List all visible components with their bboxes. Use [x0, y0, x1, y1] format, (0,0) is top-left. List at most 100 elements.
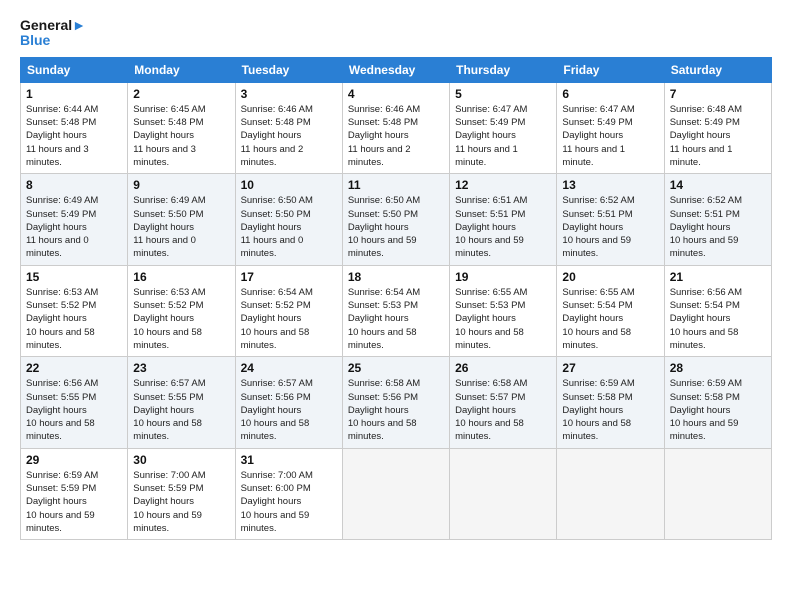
- day-info: Sunrise: 6:59 AMSunset: 5:58 PMDaylight …: [670, 377, 766, 443]
- col-sunday: Sunday: [21, 57, 128, 82]
- day-number: 9: [133, 178, 229, 192]
- calendar-day-cell: 9 Sunrise: 6:49 AMSunset: 5:50 PMDayligh…: [128, 174, 235, 265]
- day-number: 4: [348, 87, 444, 101]
- day-number: 26: [455, 361, 551, 375]
- day-number: 31: [241, 453, 337, 467]
- calendar-day-cell: 27 Sunrise: 6:59 AMSunset: 5:58 PMDaylig…: [557, 357, 664, 448]
- day-number: 3: [241, 87, 337, 101]
- calendar-table: Sunday Monday Tuesday Wednesday Thursday…: [20, 57, 772, 540]
- day-number: 29: [26, 453, 122, 467]
- day-number: 24: [241, 361, 337, 375]
- day-number: 2: [133, 87, 229, 101]
- calendar-day-cell: 5 Sunrise: 6:47 AMSunset: 5:49 PMDayligh…: [450, 82, 557, 173]
- calendar-day-cell: 7 Sunrise: 6:48 AMSunset: 5:49 PMDayligh…: [664, 82, 771, 173]
- day-info: Sunrise: 6:49 AMSunset: 5:49 PMDaylight …: [26, 194, 122, 260]
- day-info: Sunrise: 6:56 AMSunset: 5:54 PMDaylight …: [670, 286, 766, 352]
- day-number: 13: [562, 178, 658, 192]
- day-info: Sunrise: 6:53 AMSunset: 5:52 PMDaylight …: [26, 286, 122, 352]
- calendar-day-cell: 1 Sunrise: 6:44 AMSunset: 5:48 PMDayligh…: [21, 82, 128, 173]
- day-info: Sunrise: 6:58 AMSunset: 5:57 PMDaylight …: [455, 377, 551, 443]
- calendar-day-cell: 25 Sunrise: 6:58 AMSunset: 5:56 PMDaylig…: [342, 357, 449, 448]
- col-wednesday: Wednesday: [342, 57, 449, 82]
- page: General► Blue Sunday Monday Tuesday Wedn…: [0, 0, 792, 612]
- day-number: 27: [562, 361, 658, 375]
- calendar-day-cell: 13 Sunrise: 6:52 AMSunset: 5:51 PMDaylig…: [557, 174, 664, 265]
- day-info: Sunrise: 6:58 AMSunset: 5:56 PMDaylight …: [348, 377, 444, 443]
- day-number: 12: [455, 178, 551, 192]
- day-info: Sunrise: 6:52 AMSunset: 5:51 PMDaylight …: [670, 194, 766, 260]
- day-info: Sunrise: 6:53 AMSunset: 5:52 PMDaylight …: [133, 286, 229, 352]
- col-friday: Friday: [557, 57, 664, 82]
- calendar-day-cell: 31 Sunrise: 7:00 AMSunset: 6:00 PMDaylig…: [235, 448, 342, 539]
- day-number: 16: [133, 270, 229, 284]
- calendar-day-cell: 4 Sunrise: 6:46 AMSunset: 5:48 PMDayligh…: [342, 82, 449, 173]
- day-info: Sunrise: 6:47 AMSunset: 5:49 PMDaylight …: [562, 103, 658, 169]
- day-number: 10: [241, 178, 337, 192]
- calendar-day-cell: 23 Sunrise: 6:57 AMSunset: 5:55 PMDaylig…: [128, 357, 235, 448]
- day-info: Sunrise: 6:49 AMSunset: 5:50 PMDaylight …: [133, 194, 229, 260]
- calendar-day-cell: 17 Sunrise: 6:54 AMSunset: 5:52 PMDaylig…: [235, 265, 342, 356]
- day-info: Sunrise: 6:50 AMSunset: 5:50 PMDaylight …: [348, 194, 444, 260]
- calendar-day-cell: 11 Sunrise: 6:50 AMSunset: 5:50 PMDaylig…: [342, 174, 449, 265]
- day-number: 8: [26, 178, 122, 192]
- day-info: Sunrise: 6:44 AMSunset: 5:48 PMDaylight …: [26, 103, 122, 169]
- calendar-day-cell: 3 Sunrise: 6:46 AMSunset: 5:48 PMDayligh…: [235, 82, 342, 173]
- day-number: 14: [670, 178, 766, 192]
- day-number: 20: [562, 270, 658, 284]
- day-number: 28: [670, 361, 766, 375]
- day-number: 17: [241, 270, 337, 284]
- col-saturday: Saturday: [664, 57, 771, 82]
- logo: General► Blue: [20, 18, 86, 49]
- calendar-week-row: 1 Sunrise: 6:44 AMSunset: 5:48 PMDayligh…: [21, 82, 772, 173]
- day-info: Sunrise: 6:57 AMSunset: 5:55 PMDaylight …: [133, 377, 229, 443]
- day-number: 30: [133, 453, 229, 467]
- calendar-day-cell: 30 Sunrise: 7:00 AMSunset: 5:59 PMDaylig…: [128, 448, 235, 539]
- calendar-day-cell: 20 Sunrise: 6:55 AMSunset: 5:54 PMDaylig…: [557, 265, 664, 356]
- day-info: Sunrise: 6:46 AMSunset: 5:48 PMDaylight …: [241, 103, 337, 169]
- calendar-day-cell: 21 Sunrise: 6:56 AMSunset: 5:54 PMDaylig…: [664, 265, 771, 356]
- calendar-day-cell: [450, 448, 557, 539]
- day-info: Sunrise: 6:54 AMSunset: 5:53 PMDaylight …: [348, 286, 444, 352]
- calendar-day-cell: 16 Sunrise: 6:53 AMSunset: 5:52 PMDaylig…: [128, 265, 235, 356]
- day-info: Sunrise: 6:45 AMSunset: 5:48 PMDaylight …: [133, 103, 229, 169]
- calendar-day-cell: 12 Sunrise: 6:51 AMSunset: 5:51 PMDaylig…: [450, 174, 557, 265]
- calendar-day-cell: 8 Sunrise: 6:49 AMSunset: 5:49 PMDayligh…: [21, 174, 128, 265]
- calendar-day-cell: 15 Sunrise: 6:53 AMSunset: 5:52 PMDaylig…: [21, 265, 128, 356]
- calendar-week-row: 8 Sunrise: 6:49 AMSunset: 5:49 PMDayligh…: [21, 174, 772, 265]
- day-info: Sunrise: 6:48 AMSunset: 5:49 PMDaylight …: [670, 103, 766, 169]
- day-number: 15: [26, 270, 122, 284]
- day-info: Sunrise: 7:00 AMSunset: 5:59 PMDaylight …: [133, 469, 229, 535]
- day-info: Sunrise: 6:56 AMSunset: 5:55 PMDaylight …: [26, 377, 122, 443]
- day-info: Sunrise: 6:59 AMSunset: 5:59 PMDaylight …: [26, 469, 122, 535]
- calendar-day-cell: 26 Sunrise: 6:58 AMSunset: 5:57 PMDaylig…: [450, 357, 557, 448]
- day-number: 23: [133, 361, 229, 375]
- calendar-day-cell: 28 Sunrise: 6:59 AMSunset: 5:58 PMDaylig…: [664, 357, 771, 448]
- day-info: Sunrise: 6:52 AMSunset: 5:51 PMDaylight …: [562, 194, 658, 260]
- calendar-day-cell: 29 Sunrise: 6:59 AMSunset: 5:59 PMDaylig…: [21, 448, 128, 539]
- day-info: Sunrise: 6:57 AMSunset: 5:56 PMDaylight …: [241, 377, 337, 443]
- day-number: 19: [455, 270, 551, 284]
- day-number: 22: [26, 361, 122, 375]
- day-info: Sunrise: 6:59 AMSunset: 5:58 PMDaylight …: [562, 377, 658, 443]
- day-info: Sunrise: 6:55 AMSunset: 5:53 PMDaylight …: [455, 286, 551, 352]
- day-info: Sunrise: 6:54 AMSunset: 5:52 PMDaylight …: [241, 286, 337, 352]
- calendar-day-cell: 6 Sunrise: 6:47 AMSunset: 5:49 PMDayligh…: [557, 82, 664, 173]
- day-number: 11: [348, 178, 444, 192]
- calendar-week-row: 22 Sunrise: 6:56 AMSunset: 5:55 PMDaylig…: [21, 357, 772, 448]
- day-info: Sunrise: 6:47 AMSunset: 5:49 PMDaylight …: [455, 103, 551, 169]
- calendar-day-cell: [342, 448, 449, 539]
- calendar-day-cell: 14 Sunrise: 6:52 AMSunset: 5:51 PMDaylig…: [664, 174, 771, 265]
- calendar-week-row: 15 Sunrise: 6:53 AMSunset: 5:52 PMDaylig…: [21, 265, 772, 356]
- calendar-day-cell: 19 Sunrise: 6:55 AMSunset: 5:53 PMDaylig…: [450, 265, 557, 356]
- calendar-day-cell: [557, 448, 664, 539]
- day-number: 25: [348, 361, 444, 375]
- col-monday: Monday: [128, 57, 235, 82]
- calendar-day-cell: 2 Sunrise: 6:45 AMSunset: 5:48 PMDayligh…: [128, 82, 235, 173]
- calendar-day-cell: 10 Sunrise: 6:50 AMSunset: 5:50 PMDaylig…: [235, 174, 342, 265]
- day-info: Sunrise: 7:00 AMSunset: 6:00 PMDaylight …: [241, 469, 337, 535]
- header-row: Sunday Monday Tuesday Wednesday Thursday…: [21, 57, 772, 82]
- day-number: 18: [348, 270, 444, 284]
- day-number: 6: [562, 87, 658, 101]
- calendar-day-cell: 24 Sunrise: 6:57 AMSunset: 5:56 PMDaylig…: [235, 357, 342, 448]
- day-number: 5: [455, 87, 551, 101]
